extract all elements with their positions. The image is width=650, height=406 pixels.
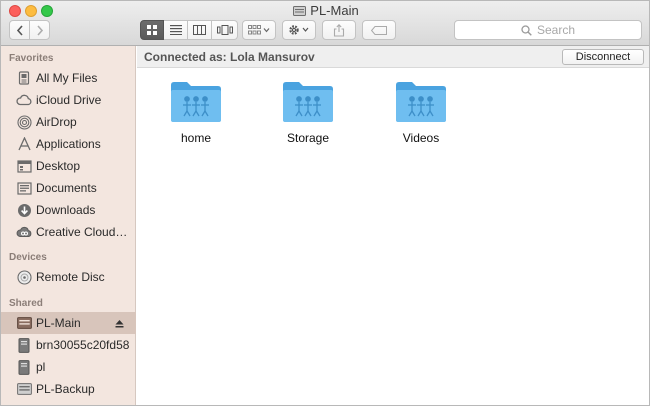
folder-name: Storage — [286, 131, 330, 145]
arrange-grid-icon — [248, 25, 270, 35]
sidebar-item-label: Creative Cloud… — [36, 225, 128, 239]
shared-folder-icon — [171, 82, 221, 122]
shared-folder-icon — [396, 82, 446, 122]
search-field[interactable]: Search — [454, 20, 642, 40]
icon-view-button[interactable] — [140, 20, 164, 40]
disconnect-button[interactable]: Disconnect — [562, 49, 644, 65]
icon-grid-icon — [147, 25, 157, 35]
window-title: PL-Main — [1, 3, 649, 18]
shared-folder-icon — [283, 82, 333, 122]
gear-icon — [289, 25, 309, 35]
sidebar-header-shared: Shared — [9, 298, 43, 309]
computer-icon — [16, 359, 32, 375]
sidebar-item-label: Remote Disc — [36, 270, 105, 284]
sidebar-item-airdrop[interactable]: AirDrop — [1, 111, 136, 133]
file-browser: Connected as: Lola Mansurov Disconnect h… — [137, 46, 649, 405]
folder-name: Videos — [402, 131, 440, 145]
sidebar-item-label: All My Files — [36, 71, 98, 85]
folder-home[interactable]: home — [156, 79, 236, 145]
chevron-right-icon — [36, 24, 43, 36]
sidebar-item-label: Documents — [36, 181, 97, 195]
sidebar-item-pl-backup[interactable]: PL-Backup — [1, 378, 136, 400]
search-placeholder: Search — [536, 23, 576, 37]
sidebar-item-label: AirDrop — [36, 115, 77, 129]
creative-cloud-icon — [16, 224, 32, 240]
cloud-icon — [16, 92, 32, 108]
sidebar-item-pl[interactable]: pl — [1, 356, 136, 378]
arrange-button[interactable] — [242, 20, 276, 40]
tags-button[interactable] — [362, 20, 396, 40]
eject-icon[interactable] — [115, 317, 124, 331]
sidebar-item-pl-main[interactable]: PL-Main — [1, 312, 136, 334]
forward-button[interactable] — [29, 20, 50, 40]
cover-flow-view-button[interactable] — [212, 20, 238, 40]
list-view-button[interactable] — [164, 20, 188, 40]
disc-icon — [16, 269, 32, 285]
sidebar-item-label: PL-Main — [36, 316, 81, 330]
connected-as-label: Connected as: Lola Mansurov — [144, 50, 315, 64]
sidebar-item-label: Applications — [36, 137, 101, 151]
airdrop-icon — [16, 114, 32, 130]
sidebar-item-creative-cloud[interactable]: Creative Cloud… — [1, 221, 136, 243]
server-icon — [16, 315, 32, 331]
sidebar-item-documents[interactable]: Documents — [1, 177, 136, 199]
folder-name: home — [180, 131, 212, 145]
finder-window: PL-Main Search Favorites All My Files iC… — [0, 0, 650, 406]
folder-storage[interactable]: Storage — [268, 79, 348, 145]
window-title-text: PL-Main — [310, 3, 359, 18]
connection-bar: Connected as: Lola Mansurov Disconnect — [137, 46, 649, 68]
server-icon — [16, 381, 32, 397]
sidebar-item-label: Desktop — [36, 159, 81, 173]
computer-icon — [16, 337, 32, 353]
view-mode-control — [140, 20, 238, 40]
sidebar-header-devices: Devices — [9, 252, 47, 263]
cover-flow-icon — [216, 25, 233, 35]
sidebar-item-label: pl — [36, 360, 46, 374]
columns-icon — [193, 25, 206, 35]
sidebar-item-label: PL-Backup — [36, 382, 95, 396]
sidebar-item-icloud-drive[interactable]: iCloud Drive — [1, 89, 136, 111]
tag-icon — [371, 25, 387, 35]
desktop-icon — [16, 158, 32, 174]
server-icon — [293, 6, 307, 16]
search-icon — [521, 24, 532, 36]
documents-icon — [16, 180, 32, 196]
column-view-button[interactable] — [188, 20, 212, 40]
downloads-icon — [16, 202, 32, 218]
sidebar-item-label: iCloud Drive — [36, 93, 102, 107]
sidebar-item-brn30055c20fd58[interactable]: brn30055c20fd58 — [1, 334, 136, 356]
list-icon — [169, 25, 182, 35]
sidebar-item-remote-disc[interactable]: Remote Disc — [1, 266, 136, 288]
applications-icon — [16, 136, 32, 152]
share-icon — [333, 23, 345, 37]
chevron-left-icon — [16, 24, 23, 36]
action-button[interactable] — [282, 20, 316, 40]
all-my-files-icon — [16, 70, 32, 86]
folder-videos[interactable]: Videos — [381, 79, 461, 145]
sidebar-item-all-my-files[interactable]: All My Files — [1, 67, 136, 89]
sidebar: Favorites All My Files iCloud Drive AirD… — [1, 46, 136, 405]
sidebar-item-downloads[interactable]: Downloads — [1, 199, 136, 221]
back-button[interactable] — [9, 20, 30, 40]
sidebar-item-label: brn30055c20fd58 — [36, 338, 130, 352]
share-button[interactable] — [322, 20, 356, 40]
sidebar-header-favorites: Favorites — [9, 53, 54, 64]
toolbar: PL-Main Search — [1, 1, 649, 46]
sidebar-item-desktop[interactable]: Desktop — [1, 155, 136, 177]
sidebar-item-label: Downloads — [36, 203, 96, 217]
sidebar-item-applications[interactable]: Applications — [1, 133, 136, 155]
